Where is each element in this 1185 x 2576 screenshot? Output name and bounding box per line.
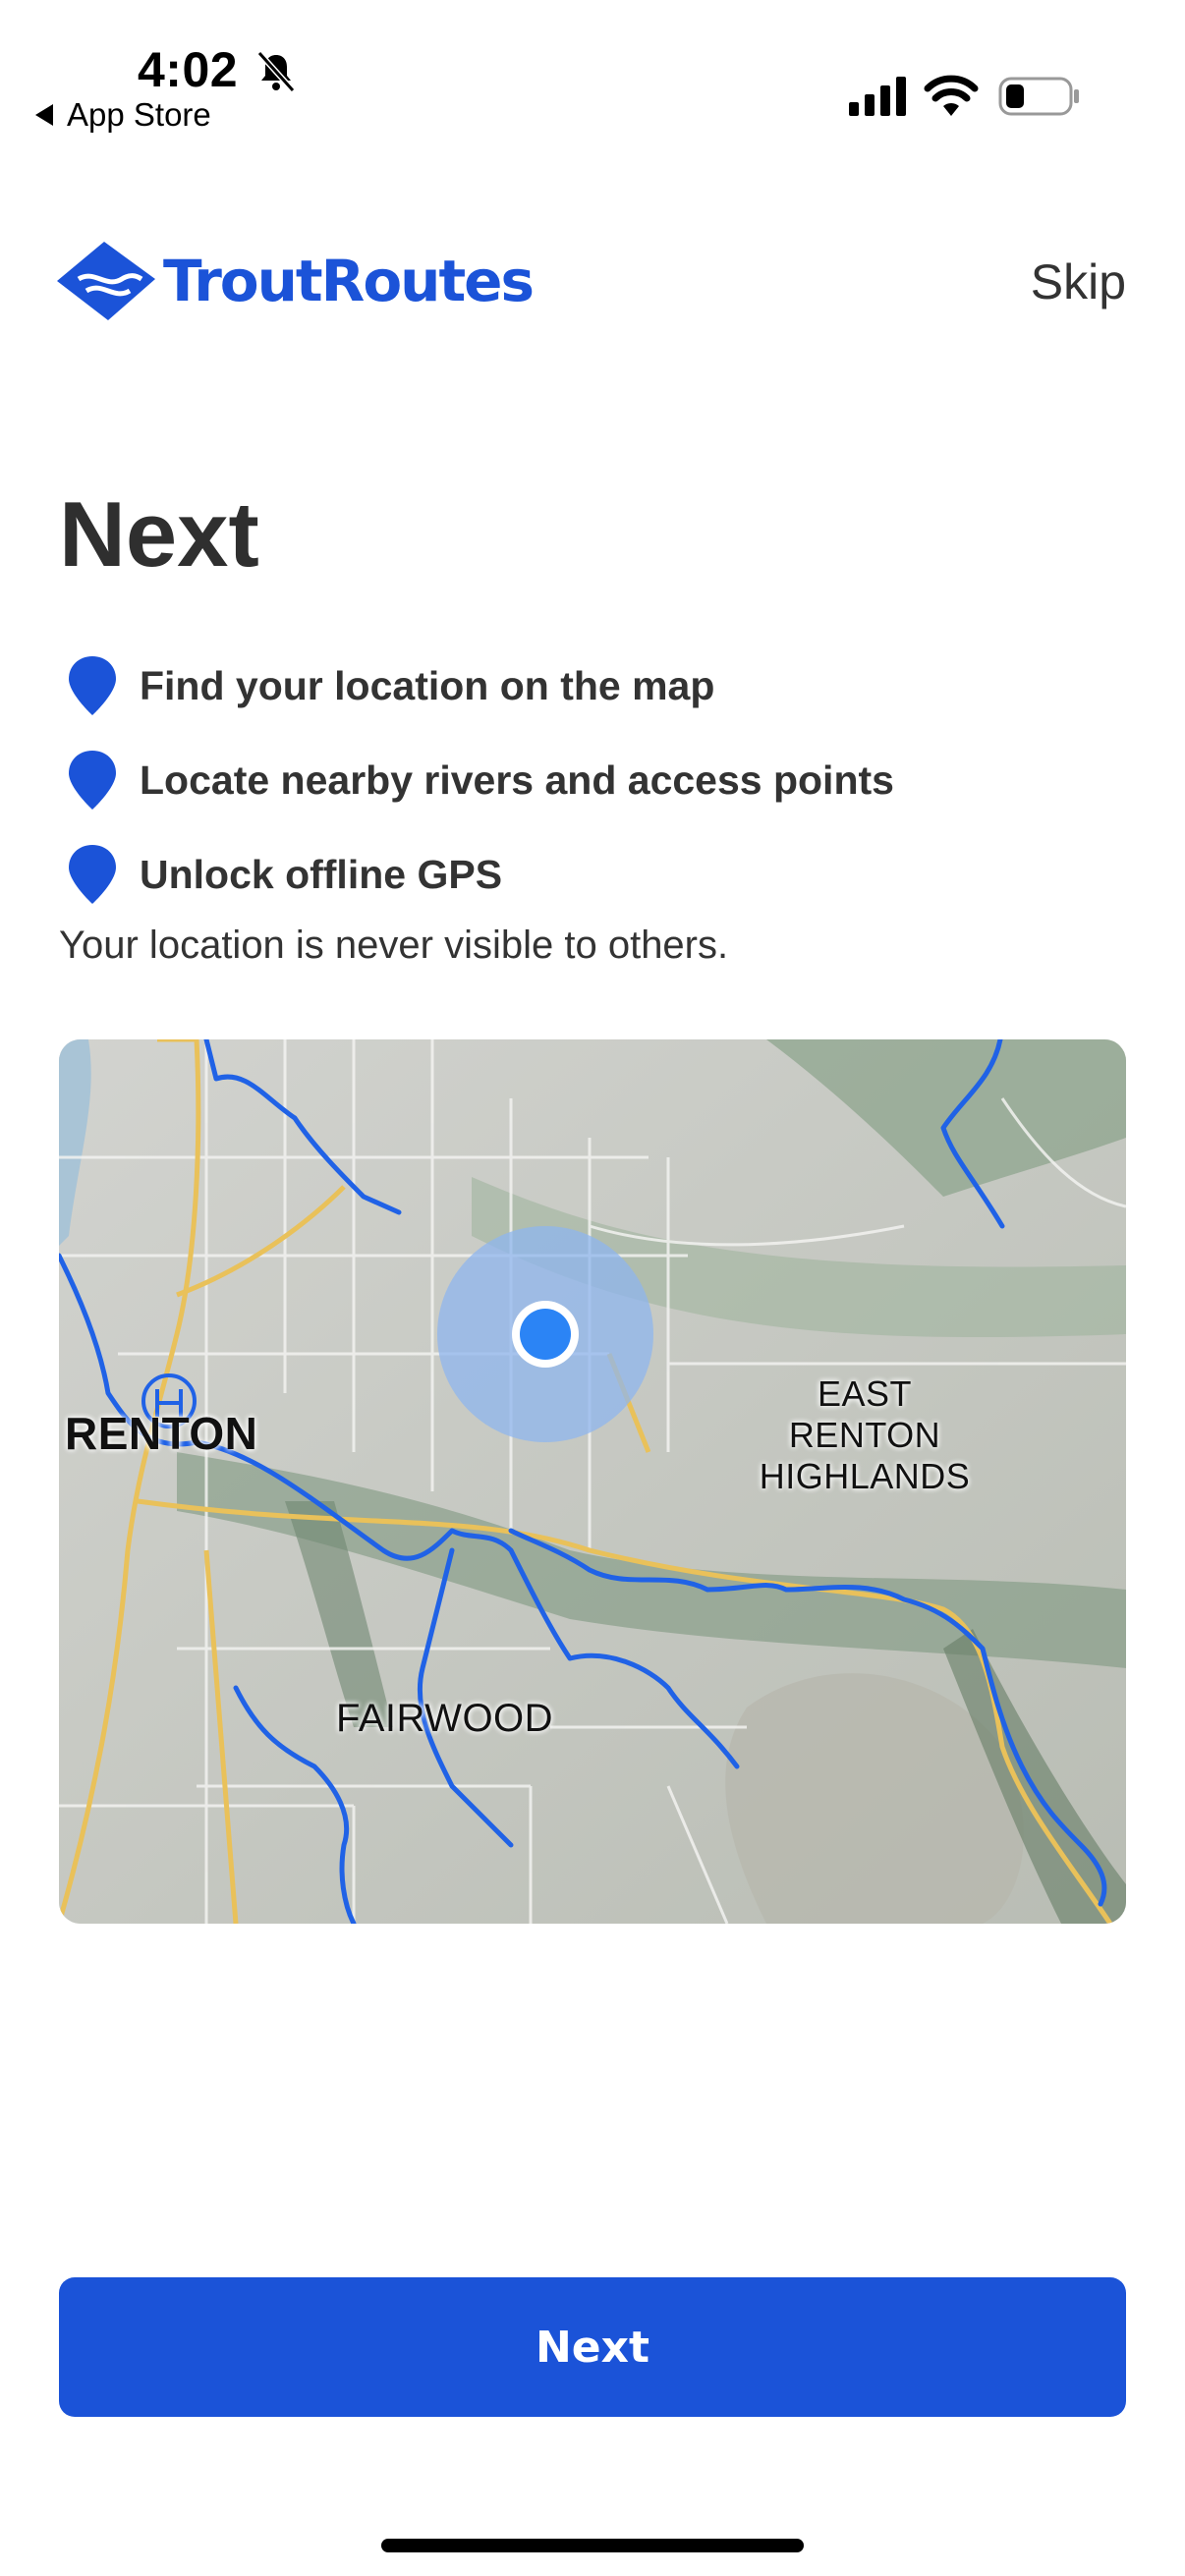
feature-label: Unlock offline GPS <box>140 851 503 897</box>
troutroutes-logo: TroutRoutes <box>57 240 535 322</box>
location-pin-icon <box>69 656 116 715</box>
back-arrow-icon <box>35 104 53 126</box>
wifi-icon <box>924 75 979 116</box>
map-label-line: EAST RENTON <box>788 1373 941 1455</box>
feature-item: Find your location on the map <box>67 639 894 733</box>
cellular-signal-icon <box>849 77 906 116</box>
skip-button[interactable]: Skip <box>1031 253 1126 310</box>
back-label: App Store <box>67 96 211 133</box>
feature-label: Locate nearby rivers and access points <box>140 756 894 803</box>
battery-icon <box>998 77 1079 116</box>
troutroutes-logo-icon <box>57 242 155 320</box>
brand-name: TroutRoutes <box>163 248 535 314</box>
home-indicator[interactable] <box>381 2539 804 2552</box>
feature-label: Find your location on the map <box>140 662 715 708</box>
map-preview: RENTON EAST RENTON HIGHLANDS FAIRWOOD <box>59 1039 1126 1924</box>
page-title: Next <box>59 482 259 586</box>
bell-slash-icon <box>256 50 296 93</box>
back-to-app-store[interactable]: App Store <box>35 96 211 134</box>
next-button[interactable]: Next <box>59 2277 1126 2417</box>
map-label-east-renton-highlands: EAST RENTON HIGHLANDS <box>747 1373 983 1497</box>
feature-item: Unlock offline GPS <box>67 827 894 922</box>
privacy-note: Your location is never visible to others… <box>59 924 729 967</box>
map-label-line: HIGHLANDS <box>759 1456 971 1496</box>
feature-item: Locate nearby rivers and access points <box>67 733 894 827</box>
feature-list: Find your location on the map Locate nea… <box>67 639 894 922</box>
map-label-renton: RENTON <box>65 1408 258 1459</box>
status-time: 4:02 <box>138 42 239 97</box>
location-pin-icon <box>69 751 116 810</box>
location-pin-icon <box>69 845 116 904</box>
status-bar: 4:02 App Store <box>0 0 1185 147</box>
map-label-fairwood: FAIRWOOD <box>336 1697 554 1740</box>
